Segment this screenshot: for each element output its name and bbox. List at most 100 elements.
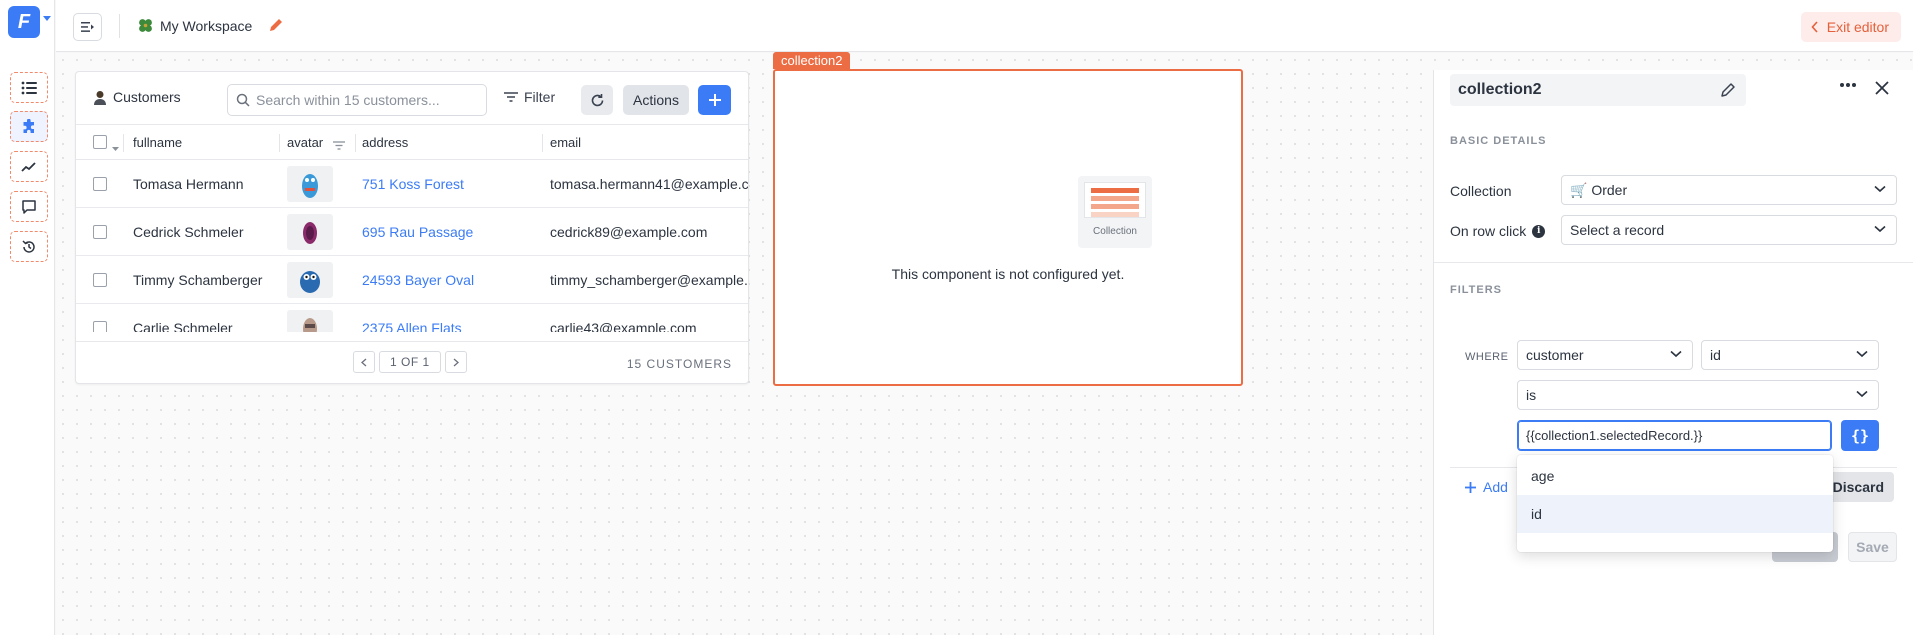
filter-operator-select[interactable]: is: [1517, 380, 1879, 410]
refresh-icon: [591, 93, 603, 106]
logo-caret-icon[interactable]: [43, 16, 51, 21]
search-input[interactable]: Search within 15 customers...: [227, 84, 487, 116]
pencil-icon[interactable]: [268, 17, 284, 36]
table-row[interactable]: Carlie Schmeler 2375 Allen Flats carlie4…: [76, 304, 748, 332]
history-icon[interactable]: [10, 231, 48, 262]
table-row[interactable]: Tomasa Hermann 751 Koss Forest tomasa.he…: [76, 160, 748, 208]
collection-title: Customers: [93, 89, 181, 105]
filters-heading: FILTERS: [1450, 284, 1503, 296]
braces-icon: {}: [1850, 426, 1870, 445]
chevron-left-icon: [361, 358, 367, 366]
cell-fullname: Timmy Schamberger: [133, 272, 263, 288]
collection-select-value: 🛒 Order: [1570, 181, 1628, 198]
filter-value-input[interactable]: {{collection1.selectedRecord.}}: [1517, 420, 1832, 451]
table-row[interactable]: Cedrick Schmeler 695 Rau Passage cedrick…: [76, 208, 748, 256]
workspace-name[interactable]: My Workspace: [160, 18, 252, 34]
table-row[interactable]: Timmy Schamberger 24593 Bayer Oval timmy…: [76, 256, 748, 304]
cell-address[interactable]: 751 Koss Forest: [362, 176, 464, 192]
next-page-button[interactable]: [444, 351, 467, 373]
where-label: WHERE: [1465, 351, 1509, 363]
puzzle-icon[interactable]: [10, 111, 48, 142]
avatar: [287, 166, 333, 202]
chevron-right-icon: [453, 358, 459, 366]
collection-placeholder-icon: Collection: [1078, 176, 1152, 248]
collection-header: Customers Search within 15 customers... …: [76, 72, 748, 124]
collection2-component[interactable]: Collection This component is not configu…: [773, 69, 1243, 386]
row-checkbox[interactable]: [93, 321, 107, 332]
cell-email: cedrick89@example.com: [550, 224, 708, 240]
list-icon[interactable]: [10, 72, 48, 103]
variable-picker-button[interactable]: {}: [1841, 420, 1879, 451]
plus-icon: [708, 94, 721, 106]
filter-operator-value: is: [1526, 387, 1537, 403]
search-icon: [236, 93, 250, 107]
app-logo[interactable]: F: [8, 6, 40, 38]
basic-details-heading: BASIC DETAILS: [1450, 135, 1547, 147]
filter-value-text: {{collection1.selectedRecord.}}: [1526, 428, 1703, 443]
clover-icon: [137, 17, 154, 37]
component-settings-panel: collection2 BASIC DETAILS Collection 🛒 O…: [1433, 70, 1913, 635]
select-all-caret-icon[interactable]: [112, 140, 119, 155]
cell-email: tomasa.hermann41@example.com: [550, 176, 748, 192]
cell-fullname: Cedrick Schmeler: [133, 224, 244, 240]
row-click-select-value: Select a record: [1570, 222, 1665, 238]
chevron-down-icon: [1856, 390, 1868, 398]
avatar: [287, 262, 333, 298]
filter-field-value: customer: [1526, 347, 1584, 363]
cell-address[interactable]: 2375 Allen Flats: [362, 320, 462, 332]
filter-subfield-select[interactable]: id: [1701, 340, 1879, 370]
person-icon: [94, 90, 106, 105]
divider: [1434, 262, 1913, 263]
table-body: Tomasa Hermann 751 Koss Forest tomasa.he…: [76, 160, 748, 332]
component-name-input[interactable]: collection2: [1450, 74, 1746, 106]
not-configured-message: This component is not configured yet.: [891, 266, 1125, 282]
exit-editor-button[interactable]: Exit editor: [1800, 12, 1901, 42]
discard-filter-button[interactable]: Discard: [1824, 472, 1894, 502]
chevron-down-icon: [1670, 350, 1682, 358]
column-header-address[interactable]: address: [362, 135, 408, 150]
cell-address[interactable]: 24593 Bayer Oval: [362, 272, 474, 288]
trend-icon[interactable]: [10, 151, 48, 182]
close-icon[interactable]: [1874, 80, 1890, 96]
page-info: 1 OF 1: [379, 351, 441, 373]
cell-fullname: Tomasa Hermann: [133, 176, 244, 192]
row-checkbox[interactable]: [93, 225, 107, 239]
filter-label: Filter: [524, 89, 556, 105]
pencil-icon[interactable]: [1720, 82, 1736, 98]
add-record-button[interactable]: [698, 85, 731, 115]
cell-email: carlie43@example.com: [550, 320, 697, 332]
info-icon[interactable]: i: [1532, 224, 1546, 238]
filter-button[interactable]: Filter: [504, 89, 555, 105]
chevron-down-icon: [1874, 225, 1886, 233]
placeholder-icon-label: Collection: [1093, 226, 1137, 237]
customers-collection[interactable]: Customers Search within 15 customers... …: [75, 71, 749, 384]
chevron-down-icon: [1856, 350, 1868, 358]
avatar: [287, 310, 333, 332]
actions-button[interactable]: Actions: [623, 85, 689, 115]
row-checkbox[interactable]: [93, 273, 107, 287]
more-options-icon[interactable]: [1839, 82, 1857, 88]
component-tag[interactable]: collection2: [773, 52, 851, 69]
column-header-avatar[interactable]: avatar: [287, 135, 323, 150]
dropdown-option[interactable]: age: [1517, 457, 1833, 495]
collection-select[interactable]: 🛒 Order: [1561, 175, 1897, 205]
column-header-email[interactable]: email: [550, 135, 581, 150]
row-checkbox[interactable]: [93, 177, 107, 191]
prev-page-button[interactable]: [353, 351, 375, 373]
refresh-button[interactable]: [581, 85, 613, 115]
cell-fullname: Carlie Schmeler: [133, 320, 233, 332]
dropdown-option[interactable]: id: [1517, 495, 1833, 533]
select-all-checkbox[interactable]: [93, 135, 107, 149]
left-sidebar: F: [0, 0, 55, 635]
add-filter-button[interactable]: Add: [1464, 479, 1508, 495]
filter-subfield-value: id: [1710, 347, 1721, 363]
cell-address[interactable]: 695 Rau Passage: [362, 224, 473, 240]
menu-toggle-button[interactable]: [73, 13, 102, 41]
save-button[interactable]: Save: [1848, 532, 1897, 562]
sort-icon[interactable]: [333, 138, 345, 153]
column-header-fullname[interactable]: fullname: [133, 135, 182, 150]
table-header: fullname avatar address email: [76, 124, 748, 160]
message-icon[interactable]: [10, 191, 48, 222]
filter-field-select[interactable]: customer: [1517, 340, 1693, 370]
row-click-select[interactable]: Select a record: [1561, 215, 1897, 245]
